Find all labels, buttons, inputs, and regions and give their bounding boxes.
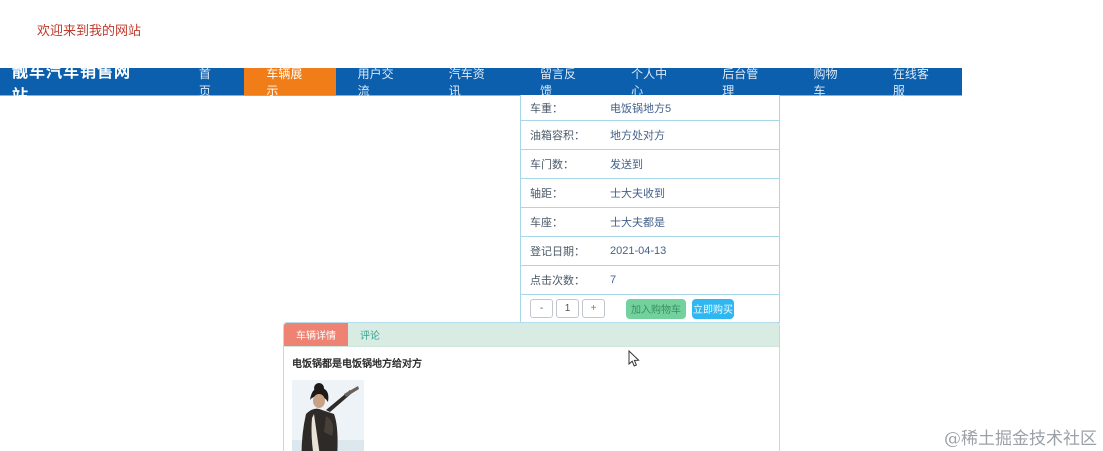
row-label: 车门数： [530, 159, 574, 171]
nav-item-feedback[interactable]: 留言反馈 [518, 67, 609, 98]
detail-tabs-panel: 车辆详情 评论 电饭锅都是电饭锅地方给对方 [283, 322, 780, 451]
person-photo [292, 380, 364, 451]
mouse-cursor [628, 350, 640, 367]
row-value: 发送到 [610, 159, 643, 171]
nav-menu: 首页 车辆展示 用户交流 汽车资讯 留言反馈 个人中心 后台管理 购物车 在线客… [177, 67, 962, 98]
nav-item-home[interactable]: 首页 [177, 67, 245, 98]
detail-description-text: 电饭锅都是电饭锅地方给对方 [292, 359, 422, 370]
table-row: 点击次数： 7 [521, 266, 779, 295]
row-value: 电饭锅地方5 [610, 102, 672, 115]
tab-content: 电饭锅都是电饭锅地方给对方 [284, 347, 779, 451]
tab-vehicle-detail[interactable]: 车辆详情 [284, 323, 348, 346]
row-label: 轴距： [530, 188, 563, 200]
buy-now-button[interactable]: 立即购买 [692, 298, 734, 319]
row-label: 油箱容积： [530, 130, 585, 142]
row-label: 车座： [530, 217, 563, 229]
row-label: 点击次数： [530, 275, 585, 287]
row-value: 地方处对方 [610, 130, 665, 142]
nav-item-user-exchange[interactable]: 用户交流 [336, 67, 427, 98]
quantity-input[interactable]: 1 [556, 299, 579, 318]
quantity-decrease-button[interactable]: - [530, 299, 553, 318]
row-label: 车重： [530, 102, 563, 115]
purchase-actions-row: - 1 + 加入购物车 立即购买 [521, 295, 779, 323]
row-value: 士大夫收到 [610, 188, 665, 200]
vehicle-detail-table: 车重： 电饭锅地方5 油箱容积： 地方处对方 车门数： 发送到 轴距： 士大夫收… [520, 95, 780, 323]
nav-item-auto-news[interactable]: 汽车资讯 [427, 67, 518, 98]
row-value: 2021-04-13 [610, 245, 667, 257]
nav-item-online-service[interactable]: 在线客服 [871, 67, 962, 98]
quantity-increase-button[interactable]: + [582, 299, 605, 318]
nav-item-personal-center[interactable]: 个人中心 [609, 67, 700, 98]
page: 欢迎来到我的网站 靓车汽车销售网站 首页 车辆展示 用户交流 汽车资讯 留言反馈… [0, 0, 1103, 451]
tab-bar: 车辆详情 评论 [284, 323, 779, 347]
table-row: 登记日期： 2021-04-13 [521, 237, 779, 266]
row-value: 士大夫都是 [610, 217, 665, 229]
row-label: 登记日期： [530, 246, 585, 258]
welcome-message: 欢迎来到我的网站 [37, 23, 142, 38]
table-row: 轴距： 士大夫收到 [521, 179, 779, 208]
table-row: 油箱容积： 地方处对方 [521, 121, 779, 150]
table-row: 车门数： 发送到 [521, 150, 779, 179]
row-value: 7 [610, 274, 617, 286]
site-brand: 靓车汽车销售网站 [12, 63, 132, 105]
watermark-text: @稀土掘金技术社区 [944, 429, 1097, 449]
table-row: 车座： 士大夫都是 [521, 208, 779, 237]
nav-item-vehicle-display[interactable]: 车辆展示 [244, 67, 336, 98]
table-row: 车重： 电饭锅地方5 [521, 95, 779, 121]
top-navbar: 靓车汽车销售网站 首页 车辆展示 用户交流 汽车资讯 留言反馈 个人中心 后台管… [0, 63, 962, 105]
nav-item-cart[interactable]: 购物车 [791, 67, 870, 98]
add-to-cart-button[interactable]: 加入购物车 [626, 298, 686, 319]
tab-comments[interactable]: 评论 [348, 323, 392, 346]
nav-item-admin[interactable]: 后台管理 [700, 67, 791, 98]
